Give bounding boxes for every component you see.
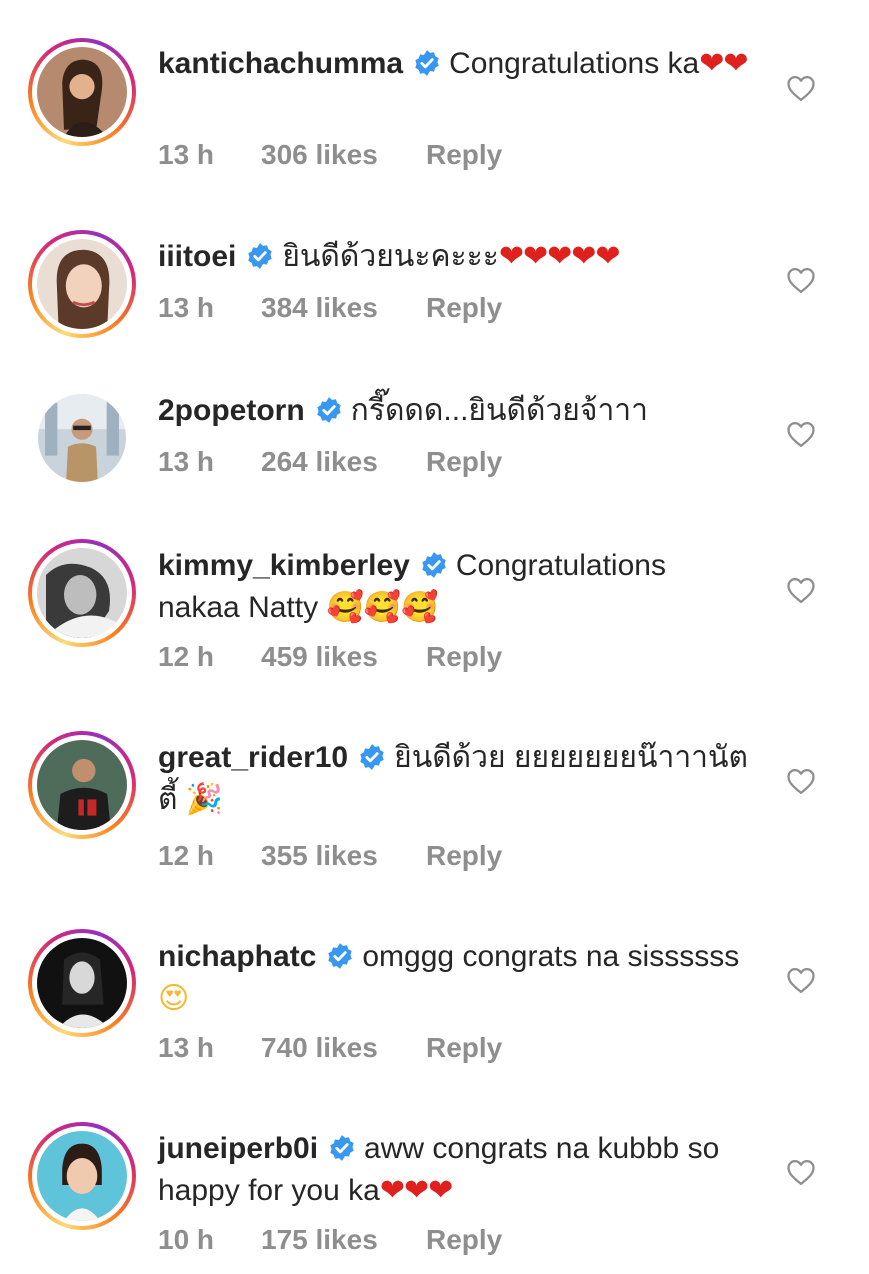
likes-count[interactable]: 264 likes bbox=[261, 446, 426, 478]
avatar[interactable] bbox=[28, 539, 136, 647]
verified-badge-icon bbox=[358, 743, 386, 771]
reply-button[interactable]: Reply bbox=[426, 1032, 502, 1064]
reply-button[interactable]: Reply bbox=[426, 641, 502, 673]
username[interactable]: kantichachumma bbox=[158, 47, 403, 80]
heart-outline-icon[interactable] bbox=[786, 1158, 816, 1186]
avatar[interactable] bbox=[28, 230, 136, 338]
comment-body: กรี๊ดดด...ยินดีด้วยจ้าาา bbox=[350, 394, 648, 427]
comment-body: omggg congrats na sissssss bbox=[362, 940, 740, 973]
likes-count[interactable]: 740 likes bbox=[261, 1032, 426, 1064]
verified-badge-icon bbox=[246, 242, 274, 270]
reply-button[interactable]: Reply bbox=[426, 1224, 502, 1256]
comment-meta: 12 h 459 likes Reply bbox=[158, 641, 502, 673]
comment-time: 13 h bbox=[158, 1032, 215, 1063]
avatar[interactable] bbox=[38, 394, 126, 482]
heart-emoji-icon: ❤❤❤❤❤ bbox=[498, 239, 621, 274]
comment-meta: 10 h 175 likes Reply bbox=[158, 1224, 502, 1256]
verified-badge-icon bbox=[413, 49, 441, 77]
heart-outline-icon[interactable] bbox=[786, 576, 816, 604]
comment-meta: 13 h 264 likes Reply bbox=[158, 446, 502, 478]
likes-count[interactable]: 306 likes bbox=[261, 139, 426, 171]
comment-meta: 12 h 355 likes Reply bbox=[158, 840, 502, 872]
party-popper-emoji-icon: 🎉 bbox=[185, 782, 224, 817]
comment-text: kimmy_kimberley Congratulations nakaa Nat… bbox=[158, 545, 748, 629]
heart-outline-icon[interactable] bbox=[786, 966, 816, 994]
reply-button[interactable]: Reply bbox=[426, 292, 502, 324]
comment-text: kantichachumma Congratulations ka❤❤ bbox=[158, 43, 749, 85]
comment-text: juneiperb0i aww congrats na kubbb so happ… bbox=[158, 1128, 748, 1212]
reply-button[interactable]: Reply bbox=[426, 139, 502, 171]
comment-time: 12 h bbox=[158, 641, 215, 672]
comment-time: 12 h bbox=[158, 840, 215, 871]
username[interactable]: juneiperb0i bbox=[158, 1132, 318, 1165]
comment-meta: 13 h 740 likes Reply bbox=[158, 1032, 502, 1064]
comment-body: Congratulations ka bbox=[449, 47, 700, 80]
username[interactable]: nichaphatc bbox=[158, 940, 316, 973]
avatar[interactable] bbox=[28, 38, 136, 146]
comment-meta: 13 h 384 likes Reply bbox=[158, 292, 502, 324]
heart-outline-icon[interactable] bbox=[786, 767, 816, 795]
comment-time: 10 h bbox=[158, 1224, 215, 1255]
comment-body: ยินดีด้วยนะคะะะ bbox=[282, 240, 499, 273]
username[interactable]: great_rider10 bbox=[158, 741, 348, 774]
username[interactable]: kimmy_kimberley bbox=[158, 549, 410, 582]
heart-outline-icon[interactable] bbox=[786, 420, 816, 448]
comment-text: nichaphatc omggg congrats na sissssss 😍 bbox=[158, 936, 748, 1020]
heart-emoji-icon: ❤❤ bbox=[699, 46, 748, 81]
avatar[interactable] bbox=[28, 1122, 136, 1230]
comment-time: 13 h bbox=[158, 139, 215, 170]
heart-emoji-icon: ❤❤❤ bbox=[379, 1173, 453, 1208]
comments-list: kantichachumma Congratulations ka❤❤ 13 h … bbox=[0, 0, 869, 1274]
heart-outline-icon[interactable] bbox=[786, 74, 816, 102]
comment-time: 13 h bbox=[158, 446, 215, 477]
reply-button[interactable]: Reply bbox=[426, 840, 502, 872]
likes-count[interactable]: 384 likes bbox=[261, 292, 426, 324]
comment-time: 13 h bbox=[158, 292, 215, 323]
comment-text: 2popetorn กรี๊ดดด...ยินดีด้วยจ้าาา bbox=[158, 390, 748, 432]
verified-badge-icon bbox=[328, 1134, 356, 1162]
username[interactable]: 2popetorn bbox=[158, 394, 305, 427]
username[interactable]: iiitoei bbox=[158, 240, 236, 273]
likes-count[interactable]: 355 likes bbox=[261, 840, 426, 872]
comment-text: great_rider10 ยินดีด้วย ยยยยยยยน๊าาานัตตี… bbox=[158, 737, 748, 821]
reply-button[interactable]: Reply bbox=[426, 446, 502, 478]
verified-badge-icon bbox=[326, 942, 354, 970]
verified-badge-icon bbox=[420, 551, 448, 579]
avatar[interactable] bbox=[28, 929, 136, 1037]
likes-count[interactable]: 459 likes bbox=[261, 641, 426, 673]
smiling-face-hearts-emoji-icon: 🥰🥰🥰 bbox=[326, 590, 439, 625]
likes-count[interactable]: 175 likes bbox=[261, 1224, 426, 1256]
comment-meta: 13 h 306 likes Reply bbox=[158, 139, 502, 171]
comment-text: iiitoei ยินดีด้วยนะคะะะ❤❤❤❤❤ bbox=[158, 236, 748, 278]
heart-outline-icon[interactable] bbox=[786, 266, 816, 294]
avatar[interactable] bbox=[28, 731, 136, 839]
verified-badge-icon bbox=[315, 396, 343, 424]
heart-eyes-emoji-icon: 😍 bbox=[158, 981, 190, 1016]
